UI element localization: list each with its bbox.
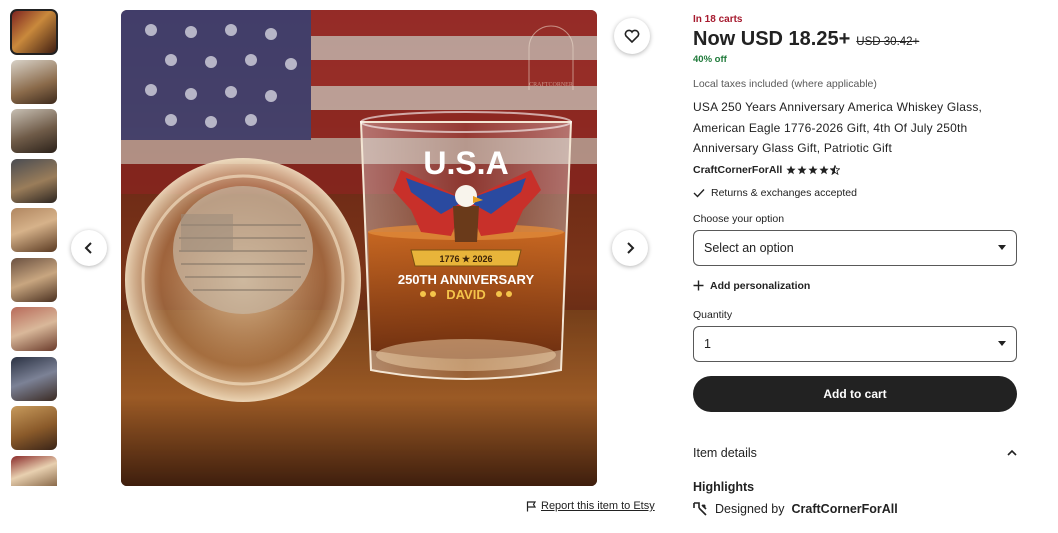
option-select-value: Select an option bbox=[704, 240, 794, 255]
shop-name-link[interactable]: CraftCornerForAll bbox=[693, 164, 782, 176]
caret-down-icon bbox=[998, 341, 1006, 346]
favorite-button[interactable] bbox=[614, 18, 650, 54]
thumbnail-9[interactable] bbox=[11, 406, 57, 450]
main-product-image: CRAFTCORNER U.S.A 1776 ★ 2026 250TH ANNI… bbox=[121, 10, 597, 486]
previous-image-button[interactable] bbox=[71, 230, 107, 266]
checkmark-icon bbox=[693, 188, 705, 198]
highlights-heading: Highlights bbox=[693, 479, 755, 494]
star-half-icon bbox=[830, 164, 841, 175]
thumbnail-2[interactable] bbox=[11, 59, 57, 104]
returns-info: Returns & exchanges accepted bbox=[693, 187, 1017, 199]
option-select[interactable]: Select an option bbox=[693, 229, 1017, 266]
thumbnail-10[interactable] bbox=[11, 455, 57, 486]
designed-by-icon bbox=[693, 501, 707, 516]
price-row: Now USD 18.25+ USD 30.42+ bbox=[693, 28, 1017, 51]
star-icon bbox=[786, 165, 796, 174]
thumbnail-1[interactable] bbox=[10, 9, 58, 55]
item-details-label: Item details bbox=[693, 445, 757, 460]
flag-icon bbox=[526, 500, 537, 511]
watermark-text: CRAFTCORNER bbox=[529, 82, 573, 88]
quantity-select-value: 1 bbox=[704, 336, 711, 351]
listing-panel: In 18 carts Now USD 18.25+ USD 30.42+ 40… bbox=[693, 14, 1017, 516]
chevron-right-icon bbox=[627, 242, 635, 254]
discount-label: 40% off bbox=[693, 54, 727, 65]
quantity-label: Quantity bbox=[693, 308, 733, 321]
thumbnail-6[interactable] bbox=[11, 257, 57, 302]
add-to-cart-button[interactable]: Add to cart bbox=[693, 375, 1017, 412]
glass-heading-text: U.S.A bbox=[423, 145, 508, 181]
returns-label: Returns & exchanges accepted bbox=[711, 186, 857, 199]
quantity-select[interactable]: 1 bbox=[693, 325, 1017, 362]
designed-by-row: Designed by CraftCornerForAll bbox=[693, 502, 1017, 516]
banner-years-text: 1776 ★ 2026 bbox=[439, 254, 492, 264]
heart-icon bbox=[624, 29, 640, 43]
designed-by-shop-link[interactable]: CraftCornerForAll bbox=[792, 502, 898, 516]
taxes-note: Local taxes included (where applicable) bbox=[693, 78, 877, 90]
designed-by-prefix: Designed by bbox=[715, 501, 785, 516]
personalized-name-text: DAVID bbox=[446, 287, 485, 302]
in-carts-badge: In 18 carts bbox=[693, 14, 743, 25]
star-icon bbox=[808, 165, 818, 174]
report-item-label: Report this item to Etsy bbox=[541, 500, 655, 512]
original-price: USD 30.42+ bbox=[856, 36, 920, 48]
plus-icon bbox=[693, 280, 704, 291]
item-details-toggle[interactable]: Item details bbox=[693, 446, 1017, 460]
shop-row: CraftCornerForAll bbox=[693, 164, 1017, 176]
chevron-up-icon bbox=[1007, 449, 1017, 456]
add-personalization-label: Add personalization bbox=[710, 279, 811, 292]
star-icon bbox=[819, 165, 829, 174]
listing-title: USA 250 Years Anniversary America Whiske… bbox=[693, 100, 983, 155]
rating-stars bbox=[786, 164, 841, 175]
thumbnail-strip bbox=[10, 9, 58, 491]
option-label: Choose your option bbox=[693, 212, 785, 225]
add-personalization-button[interactable]: Add personalization bbox=[693, 280, 1017, 292]
thumbnail-8[interactable] bbox=[11, 356, 57, 401]
report-item-link[interactable]: Report this item to Etsy bbox=[526, 500, 655, 512]
thumbnail-5[interactable] bbox=[11, 208, 57, 252]
thumbnail-3[interactable] bbox=[11, 109, 57, 153]
anniversary-text: 250TH ANNIVERSARY bbox=[398, 272, 535, 287]
thumbnail-7[interactable] bbox=[11, 307, 57, 351]
current-price: Now USD 18.25+ bbox=[693, 28, 851, 50]
chevron-left-icon bbox=[84, 242, 92, 254]
thumbnail-4[interactable] bbox=[11, 158, 57, 203]
star-icon bbox=[797, 165, 807, 174]
next-image-button[interactable] bbox=[612, 230, 648, 266]
caret-down-icon bbox=[998, 245, 1006, 250]
